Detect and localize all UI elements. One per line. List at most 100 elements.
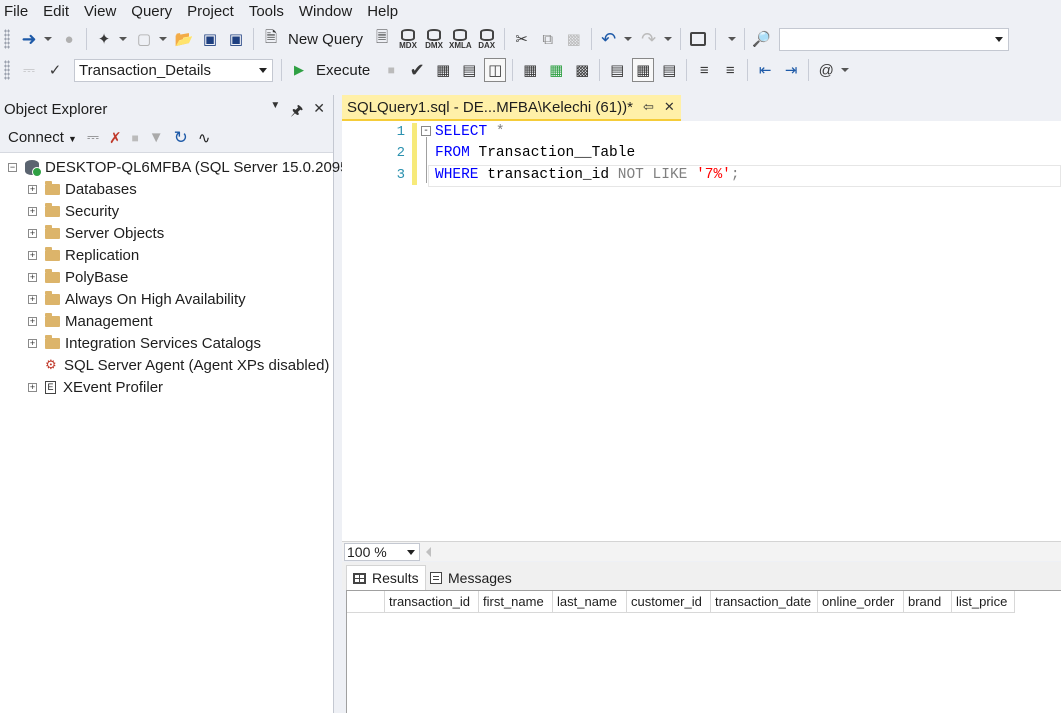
column-header[interactable]: transaction_id (385, 591, 479, 613)
mdx-query-icon[interactable]: MDX (397, 27, 419, 51)
column-header[interactable]: transaction_date (711, 591, 818, 613)
cut-icon[interactable]: ✂ (511, 27, 533, 51)
activity-monitor-icon[interactable]: ∿ (198, 129, 211, 147)
menu-file[interactable]: File (0, 3, 39, 20)
zoom-dropdown-icon[interactable] (407, 550, 415, 555)
activity-monitor-icon[interactable] (687, 27, 709, 51)
expand-icon[interactable]: + (28, 251, 37, 260)
menu-tools[interactable]: Tools (245, 3, 295, 20)
include-plan-icon[interactable]: ▦ (519, 58, 541, 82)
redo-icon[interactable]: ↷ (638, 27, 660, 51)
change-connection-icon[interactable]: ✓ (44, 58, 66, 82)
copy-icon[interactable]: ⧉ (537, 27, 559, 51)
increase-indent-icon[interactable]: ⇥ (780, 58, 802, 82)
find-combo-arrow-icon[interactable] (995, 37, 1003, 42)
menu-edit[interactable]: Edit (39, 3, 80, 20)
refresh-icon[interactable]: ↻ (174, 128, 188, 148)
xmla-query-icon[interactable]: XMLA (449, 27, 472, 51)
menu-help[interactable]: Help (363, 3, 409, 20)
toolbar-grip[interactable] (4, 60, 10, 80)
expand-icon[interactable]: + (28, 207, 37, 216)
tree-node-xevent-profiler[interactable]: + Ε XEvent Profiler (0, 376, 333, 398)
grid-corner[interactable] (347, 591, 385, 613)
expand-icon[interactable]: + (28, 339, 37, 348)
execute-button[interactable]: Execute (316, 62, 370, 79)
toolbar-grip[interactable] (4, 29, 10, 49)
comment-lines-icon[interactable]: ≡ (693, 58, 715, 82)
undo-dropdown-icon[interactable] (624, 37, 632, 41)
decrease-indent-icon[interactable]: ⇤ (754, 58, 776, 82)
new-query-icon[interactable]: 🗎 (260, 27, 282, 51)
parse-icon[interactable]: ✔ (406, 58, 428, 82)
back-icon[interactable]: ➜ (18, 27, 40, 51)
open-file-icon[interactable]: 📂 (173, 27, 195, 51)
dmx-query-icon[interactable]: DMX (423, 27, 445, 51)
tab-pin-icon[interactable]: ⇦ (643, 99, 654, 115)
tree-node-security[interactable]: + Security (0, 200, 333, 222)
disconnect-icon[interactable]: ✗ (109, 129, 122, 147)
scroll-left-icon[interactable] (426, 547, 431, 557)
new-project-dropdown-icon[interactable] (119, 37, 127, 41)
tab-messages[interactable]: Messages (424, 565, 518, 590)
connect-plug-icon[interactable]: ⎓ (87, 129, 99, 146)
column-header[interactable]: customer_id (627, 591, 711, 613)
connect-plug-icon[interactable]: ⎓ (18, 58, 40, 82)
live-query-stats-icon[interactable]: ▦ (545, 58, 567, 82)
tree-node-replication[interactable]: + Replication (0, 244, 333, 266)
toolbar2-overflow-dropdown-icon[interactable] (841, 68, 849, 72)
tree-node-integration-services[interactable]: + Integration Services Catalogs (0, 332, 333, 354)
available-databases-combo[interactable]: Transaction_Details (74, 59, 273, 82)
filter-icon[interactable]: ▼ (149, 129, 164, 146)
new-query-button[interactable]: New Query (288, 31, 363, 48)
menu-window[interactable]: Window (295, 3, 363, 20)
expand-icon[interactable]: + (28, 295, 37, 304)
server-node[interactable]: − DESKTOP-QL6MFBA (SQL Server 15.0.2095.… (0, 156, 333, 178)
tree-node-always-on[interactable]: + Always On High Availability (0, 288, 333, 310)
expand-icon[interactable]: + (28, 185, 37, 194)
forward-icon[interactable]: ● (58, 27, 80, 51)
find-combo[interactable] (779, 28, 1009, 51)
tree-node-server-objects[interactable]: + Server Objects (0, 222, 333, 244)
results-to-grid-icon[interactable]: ▦ (632, 58, 654, 82)
fold-collapse-icon[interactable]: - (421, 126, 431, 136)
query-designer-icon[interactable]: ▤ (458, 58, 480, 82)
column-header[interactable]: last_name (553, 591, 627, 613)
execute-icon[interactable]: ▶ (288, 58, 310, 82)
undo-icon[interactable]: ↶ (598, 27, 620, 51)
zoom-select[interactable]: 100 % (344, 543, 420, 561)
menu-project[interactable]: Project (183, 3, 245, 20)
column-header[interactable]: list_price (952, 591, 1015, 613)
client-statistics-icon[interactable]: ▩ (571, 58, 593, 82)
tree-node-sql-server-agent[interactable]: ⚙ SQL Server Agent (Agent XPs disabled) (0, 354, 333, 376)
results-to-file-icon[interactable]: ▤ (606, 58, 628, 82)
expand-icon[interactable]: + (28, 317, 37, 326)
database-engine-query-icon[interactable]: 🗏 (371, 27, 393, 51)
close-icon[interactable]: ✕ (313, 100, 325, 124)
collapse-icon[interactable]: − (8, 163, 17, 172)
results-to-text-file-icon[interactable]: ▤ (658, 58, 680, 82)
stop-icon[interactable]: ■ (132, 131, 139, 145)
databases-combo-arrow-icon[interactable] (259, 68, 267, 73)
redo-dropdown-icon[interactable] (664, 37, 672, 41)
paste-icon[interactable]: ▩ (563, 27, 585, 51)
add-item-dropdown-icon[interactable] (159, 37, 167, 41)
column-header[interactable]: online_order (818, 591, 904, 613)
back-dropdown-icon[interactable] (44, 37, 52, 41)
toolbar-overflow-dropdown-icon[interactable] (728, 37, 736, 41)
results-grid[interactable]: transaction_id first_name last_name cust… (346, 590, 1061, 713)
new-project-icon[interactable]: ✦ (93, 27, 115, 51)
tab-results[interactable]: Results (346, 565, 426, 590)
connect-button[interactable]: Connect ▼ (8, 129, 77, 146)
specify-template-params-icon[interactable]: @ (815, 58, 837, 82)
find-icon[interactable]: 🔎 (751, 27, 773, 51)
expand-icon[interactable]: + (28, 229, 37, 238)
menu-query[interactable]: Query (127, 3, 183, 20)
save-icon[interactable]: ▣ (199, 27, 221, 51)
results-to-text-icon[interactable]: ◫ (484, 58, 506, 82)
dax-query-icon[interactable]: DAX (476, 27, 498, 51)
display-estimated-plan-icon[interactable]: ▦ (432, 58, 454, 82)
column-header[interactable]: first_name (479, 591, 553, 613)
add-item-icon[interactable]: ▢ (133, 27, 155, 51)
menu-view[interactable]: View (80, 3, 127, 20)
column-header[interactable]: brand (904, 591, 952, 613)
